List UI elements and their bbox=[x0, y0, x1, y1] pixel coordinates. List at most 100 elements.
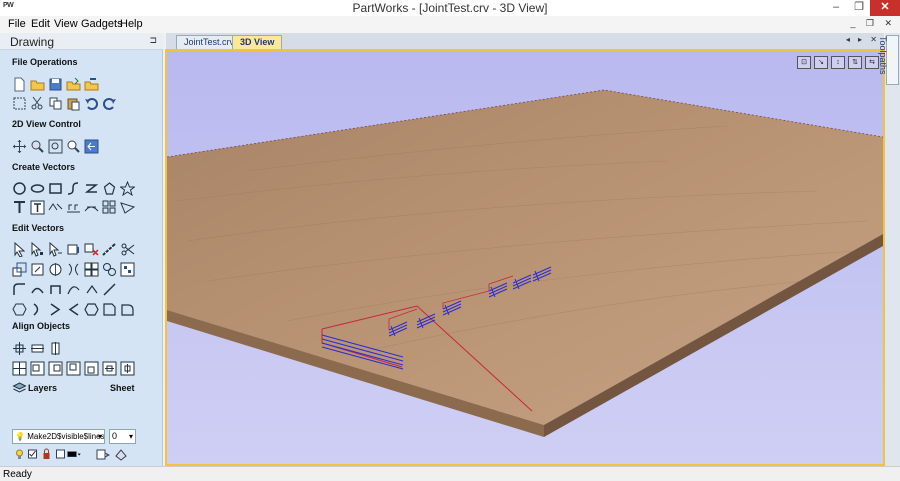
front-view-icon[interactable]: ⇅ bbox=[848, 56, 862, 69]
measure-icon[interactable] bbox=[102, 242, 117, 257]
hexagon-icon[interactable] bbox=[84, 302, 99, 317]
align-group-center-icon[interactable] bbox=[12, 361, 27, 376]
select-pointer-icon[interactable] bbox=[12, 242, 27, 257]
maximize-button[interactable]: ❐ bbox=[846, 0, 872, 16]
file-ops-row-1 bbox=[12, 77, 99, 93]
layer-visible-icon[interactable] bbox=[12, 447, 23, 462]
view-orientation-toolbar: ⊡ ↘ ↕ ⇅ ⇆ bbox=[797, 56, 879, 69]
panel-title: Drawing bbox=[10, 35, 55, 49]
delete-icon[interactable] bbox=[84, 242, 99, 257]
tab-3d-view[interactable]: 3D View bbox=[232, 35, 283, 49]
save-icon[interactable] bbox=[48, 77, 63, 92]
chevron-right-icon[interactable] bbox=[48, 302, 63, 317]
node-edit-icon[interactable] bbox=[30, 242, 45, 257]
pan-icon[interactable] bbox=[12, 139, 27, 154]
open-folder-icon[interactable] bbox=[30, 77, 45, 92]
join-icon[interactable] bbox=[30, 282, 45, 297]
previous-view-icon[interactable] bbox=[84, 139, 99, 154]
right-view-icon[interactable]: ⇆ bbox=[865, 56, 879, 69]
fit-text-icon[interactable] bbox=[66, 200, 81, 215]
menu-edit[interactable]: Edit bbox=[31, 18, 50, 30]
import-folder-icon[interactable] bbox=[66, 77, 81, 92]
export-folder-icon[interactable] bbox=[84, 77, 99, 92]
offset-arc-icon[interactable] bbox=[30, 302, 45, 317]
pin-icon[interactable]: ⊐ bbox=[149, 35, 157, 46]
menu-file[interactable]: File bbox=[8, 18, 26, 30]
paste-icon[interactable] bbox=[66, 96, 81, 111]
iso-view-icon[interactable]: ↘ bbox=[814, 56, 828, 69]
rounded-shape-icon[interactable] bbox=[120, 302, 135, 317]
layer-manager-icon[interactable] bbox=[95, 447, 110, 462]
sheet-select[interactable]: 0 ▾ bbox=[109, 429, 136, 444]
new-file-icon[interactable] bbox=[12, 77, 27, 92]
layer-move-icon[interactable] bbox=[114, 447, 129, 462]
dogbone-icon[interactable] bbox=[102, 302, 117, 317]
star-icon[interactable] bbox=[120, 181, 135, 196]
layer-lock-icon[interactable] bbox=[39, 447, 50, 462]
layer-color-checkbox[interactable] bbox=[53, 447, 65, 462]
top-view-icon[interactable]: ↕ bbox=[831, 56, 845, 69]
interactive-trim-icon[interactable] bbox=[102, 282, 117, 297]
undo-icon[interactable] bbox=[84, 96, 99, 111]
section-edit-vectors: Edit Vectors bbox=[12, 223, 65, 233]
menu-help[interactable]: Help bbox=[120, 18, 143, 30]
mirror-icon[interactable] bbox=[48, 262, 63, 277]
distort-icon[interactable] bbox=[66, 262, 81, 277]
center-vertical-icon[interactable] bbox=[120, 361, 135, 376]
scissors-trim-icon[interactable] bbox=[120, 242, 135, 257]
ellipse-icon[interactable] bbox=[30, 181, 45, 196]
zoom-window-icon[interactable] bbox=[66, 139, 81, 154]
center-horizontal-icon[interactable] bbox=[102, 361, 117, 376]
3d-viewport[interactable]: ⊡ ↘ ↕ ⇅ ⇆ bbox=[165, 49, 885, 466]
tab-toolpaths[interactable]: Toolpaths bbox=[878, 35, 899, 85]
circle-icon[interactable] bbox=[12, 181, 27, 196]
transform-icon[interactable] bbox=[48, 242, 63, 257]
extend-icon[interactable] bbox=[84, 282, 99, 297]
menu-view[interactable]: View bbox=[54, 18, 78, 30]
align-top-icon[interactable] bbox=[66, 361, 81, 376]
smooth-polygon-icon[interactable] bbox=[12, 302, 27, 317]
tab-navigation[interactable]: ◂ ▸ ✕ bbox=[846, 35, 880, 44]
align-left-icon[interactable] bbox=[30, 361, 45, 376]
curve-icon[interactable] bbox=[84, 181, 99, 196]
draw-arrow-icon[interactable] bbox=[120, 200, 135, 215]
resize-icon[interactable] bbox=[30, 262, 45, 277]
layer-color-picker[interactable] bbox=[67, 447, 91, 462]
nest-icon[interactable] bbox=[120, 262, 135, 277]
cut-icon[interactable] bbox=[30, 96, 45, 111]
grid-array-icon[interactable] bbox=[102, 200, 117, 215]
close-button[interactable]: ✕ bbox=[870, 0, 900, 16]
move-icon[interactable] bbox=[66, 242, 81, 257]
select-all-icon[interactable] bbox=[12, 96, 27, 111]
align-right-icon[interactable] bbox=[48, 361, 63, 376]
close-vector-icon[interactable] bbox=[48, 282, 63, 297]
zoom-extents-view-icon[interactable]: ⊡ bbox=[797, 56, 811, 69]
align-center-icon[interactable] bbox=[12, 341, 27, 356]
align-vertical-icon[interactable] bbox=[48, 341, 63, 356]
polygon-icon[interactable] bbox=[102, 181, 117, 196]
fillet-icon[interactable] bbox=[12, 282, 27, 297]
zoom-icon[interactable] bbox=[30, 139, 45, 154]
curve-fit-icon[interactable] bbox=[66, 282, 81, 297]
polyline-icon[interactable] bbox=[66, 181, 81, 196]
text-on-curve-icon[interactable] bbox=[30, 200, 45, 215]
copy-icon[interactable] bbox=[48, 96, 63, 111]
zoom-extents-icon[interactable] bbox=[48, 139, 63, 154]
dimension-icon[interactable] bbox=[48, 200, 63, 215]
align-row-2 bbox=[12, 361, 135, 377]
redo-icon[interactable] bbox=[102, 96, 117, 111]
array-copy-icon[interactable] bbox=[84, 262, 99, 277]
text-arc-icon[interactable] bbox=[84, 200, 99, 215]
align-bottom-icon[interactable] bbox=[84, 361, 99, 376]
weld-icon[interactable] bbox=[102, 262, 117, 277]
mdi-window-controls[interactable]: _ ❐ ✕ bbox=[850, 18, 896, 29]
text-icon[interactable] bbox=[12, 200, 27, 215]
layer-checkbox[interactable] bbox=[25, 447, 37, 462]
menu-gadgets[interactable]: Gadgets bbox=[81, 18, 123, 30]
chevron-left-icon[interactable] bbox=[66, 302, 81, 317]
layer-select[interactable]: 💡 Make2D$visible$lines ▾ bbox=[12, 429, 105, 444]
edit-vectors-row-4 bbox=[12, 302, 135, 318]
align-horizontal-icon[interactable] bbox=[30, 341, 45, 356]
scale-icon[interactable] bbox=[12, 262, 27, 277]
rectangle-icon[interactable] bbox=[48, 181, 63, 196]
